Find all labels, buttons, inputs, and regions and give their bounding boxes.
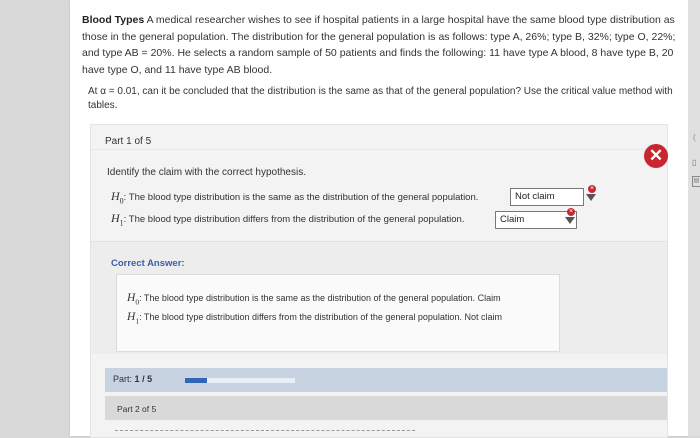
answer-h1-row: H1: The blood type distribution differs … [127,311,502,325]
problem-sheet: Blood Types A medical researcher wishes … [70,0,688,438]
part-2-header[interactable]: Part 2 of 5 [105,396,667,420]
h1-text: : The blood type distribution differs fr… [123,214,465,225]
progress-track [185,378,295,383]
answer-h0-text: : The blood type distribution is the sam… [139,293,476,303]
side-panel-icon[interactable]: ▤ [692,176,700,187]
h0-symbol: H0 [127,292,140,307]
answer-h0-row: H0: The blood type distribution is the s… [127,292,501,306]
side-panel-icon[interactable]: ▯ [692,158,696,167]
progress-fill [185,378,207,383]
error-x-icon: × [567,208,575,216]
part-1-panel: Part 1 of 5 ✕ Identify the claim with th… [90,124,668,438]
progress-bar: Part: 1 / 5 [105,368,667,392]
caret-down-icon[interactable] [586,194,596,201]
problem-text: A medical researcher wishes to see if ho… [82,14,676,76]
h1-row: H1: The blood type distribution differs … [111,211,464,227]
part-label: Part 1 of 5 [105,136,152,147]
answer-h1-value: Not claim [464,312,502,322]
question-text: At α = 0.01, can it be concluded that th… [88,86,673,111]
h0-row: H0: The blood type distribution is the s… [111,189,478,205]
problem-title: Blood Types [82,14,145,26]
correct-answer-box: H0: The blood type distribution is the s… [116,274,560,352]
side-panel-icon[interactable]: ( [693,133,696,142]
caret-down-icon[interactable] [565,217,575,224]
side-panel-edge [688,0,700,436]
progress-label: Part: 1 / 5 [113,374,153,384]
answer-h0-value: Claim [477,293,501,303]
error-x-icon: × [588,185,596,193]
h0-claim-select[interactable]: Not claim [510,188,584,206]
h1-symbol: H1 [127,311,140,326]
divider [115,430,415,434]
correct-answer-heading: Correct Answer: [111,258,185,269]
problem-statement: Blood Types A medical researcher wishes … [82,12,682,78]
incorrect-close-icon: ✕ [644,144,668,168]
answer-h1-text: : The blood type distribution differs fr… [139,312,462,322]
divider [91,149,667,150]
part-2-label: Part 2 of 5 [117,404,157,414]
claim-prompt: Identify the claim with the correct hypo… [107,167,306,178]
correct-answer-section: Correct Answer: H0: The blood type distr… [91,242,667,354]
h1-symbol: H1 [111,211,124,228]
h0-text: : The blood type distribution is the sam… [123,192,479,203]
h0-symbol: H0 [111,189,124,206]
